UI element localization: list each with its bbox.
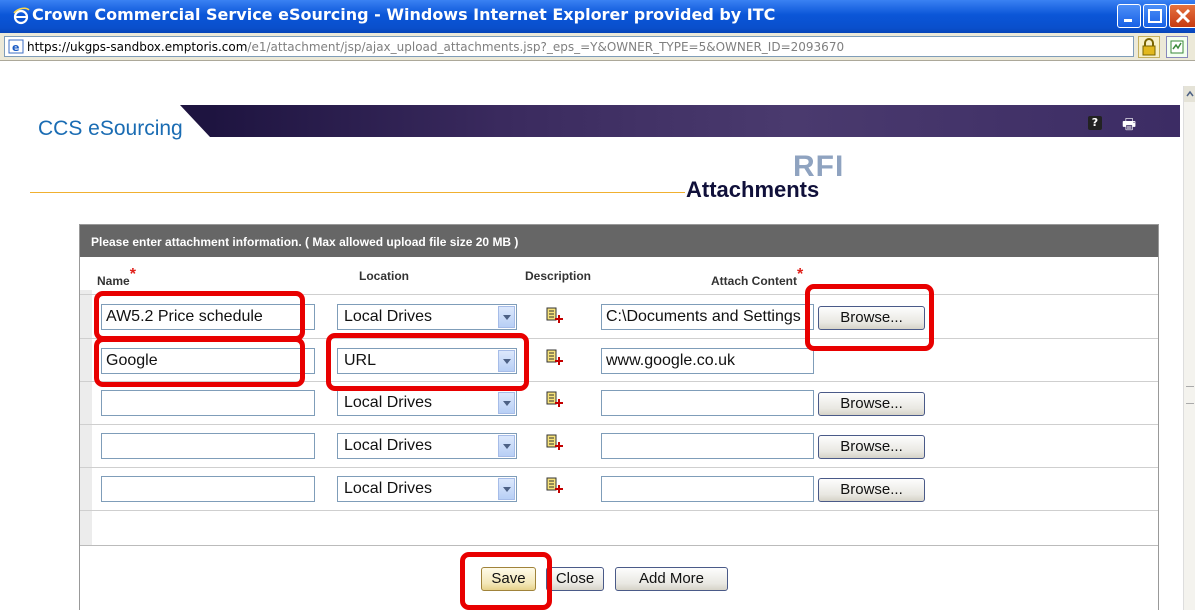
highlight-save-button <box>460 552 552 610</box>
required-marker: * <box>797 266 804 283</box>
highlight-browse-row-1 <box>805 284 934 351</box>
attach-content-input-row-1[interactable]: C:\Documents and Settings <box>601 304 814 330</box>
svg-text:e: e <box>12 41 19 54</box>
highlight-location-row-2 <box>326 333 529 391</box>
close-window-button[interactable] <box>1169 4 1195 28</box>
add-description-icon[interactable] <box>546 307 563 324</box>
footer-divider <box>80 545 1158 546</box>
row-divider <box>80 424 1158 425</box>
highlight-name-row-2 <box>94 337 305 387</box>
help-icon[interactable]: ? <box>1088 116 1102 130</box>
minimize-button[interactable] <box>1117 4 1141 28</box>
instructions-header: Please enter attachment information. ( M… <box>80 225 1158 257</box>
chevron-down-icon[interactable] <box>498 306 515 328</box>
page-icon: e <box>8 39 24 54</box>
add-description-icon[interactable] <box>546 349 563 366</box>
chevron-down-icon[interactable] <box>498 478 515 500</box>
highlight-name-row-1 <box>94 291 305 341</box>
url-path: /e1/attachment/jsp/ajax_upload_attachmen… <box>247 40 845 54</box>
instructions-text: Please enter attachment information. ( M… <box>91 235 519 249</box>
browse-button-row-4[interactable]: Browse... <box>818 435 925 459</box>
name-input-row-5[interactable] <box>101 476 315 502</box>
add-description-icon[interactable] <box>546 391 563 408</box>
maximize-icon <box>1148 9 1162 23</box>
minimize-icon <box>1124 19 1132 22</box>
url-field[interactable]: e https://ukgps-sandbox.emptoris.com/e1/… <box>4 36 1134 57</box>
row-divider <box>80 510 1158 511</box>
browse-button-row-5[interactable]: Browse... <box>818 478 925 502</box>
header-banner <box>180 105 1180 137</box>
name-input-row-4[interactable] <box>101 433 315 459</box>
close-button[interactable]: Close <box>546 567 604 591</box>
name-input-row-3[interactable] <box>101 390 315 416</box>
scrollbar-grip[interactable] <box>1186 386 1194 404</box>
print-icon[interactable]: 🖶 <box>1122 114 1136 139</box>
url-prefix: https://ukgps-sandbox. <box>27 40 165 54</box>
ccs-logo: CCS eSourcing <box>38 117 183 140</box>
location-select-row-1[interactable]: Local Drives <box>337 304 517 330</box>
address-bar: e https://ukgps-sandbox.emptoris.com/e1/… <box>0 33 1195 61</box>
title-divider <box>30 192 685 193</box>
maximize-button[interactable] <box>1143 4 1167 28</box>
browse-button-row-3[interactable]: Browse... <box>818 392 925 416</box>
window-titlebar: Crown Commercial Service eSourcing - Win… <box>0 0 1195 33</box>
add-more-button[interactable]: Add More <box>615 567 728 591</box>
attach-content-input-row-5[interactable] <box>601 476 814 502</box>
column-header-description: Description <box>525 269 592 283</box>
column-header-attach-content: Attach Content* <box>711 266 804 288</box>
add-description-icon[interactable] <box>546 477 563 494</box>
column-header-location: Location <box>359 269 409 283</box>
page-title: Attachments <box>686 177 820 202</box>
ie-logo-icon <box>13 7 30 25</box>
location-select-row-5[interactable]: Local Drives <box>337 476 517 502</box>
compatibility-icon[interactable] <box>1166 36 1188 58</box>
attach-content-input-row-4[interactable] <box>601 433 814 459</box>
vertical-scrollbar[interactable] <box>1183 86 1195 610</box>
attach-content-input-row-2[interactable]: www.google.co.uk <box>601 348 814 374</box>
row-divider <box>80 467 1158 468</box>
chevron-down-icon[interactable] <box>498 392 515 414</box>
scroll-up-icon[interactable] <box>1184 86 1195 102</box>
chevron-down-icon[interactable] <box>498 435 515 457</box>
lock-icon[interactable] <box>1138 36 1160 58</box>
attachment-panel <box>79 224 1159 610</box>
window-title: Crown Commercial Service eSourcing - Win… <box>32 5 776 24</box>
add-description-icon[interactable] <box>546 434 563 451</box>
location-select-row-4[interactable]: Local Drives <box>337 433 517 459</box>
url-domain: emptoris.com <box>164 40 248 54</box>
attach-content-input-row-3[interactable] <box>601 390 814 416</box>
location-select-row-3[interactable]: Local Drives <box>337 390 517 416</box>
required-marker: * <box>129 266 136 283</box>
close-icon <box>1175 8 1191 24</box>
column-header-name: Name* <box>97 266 136 288</box>
row-gutter <box>80 290 92 545</box>
